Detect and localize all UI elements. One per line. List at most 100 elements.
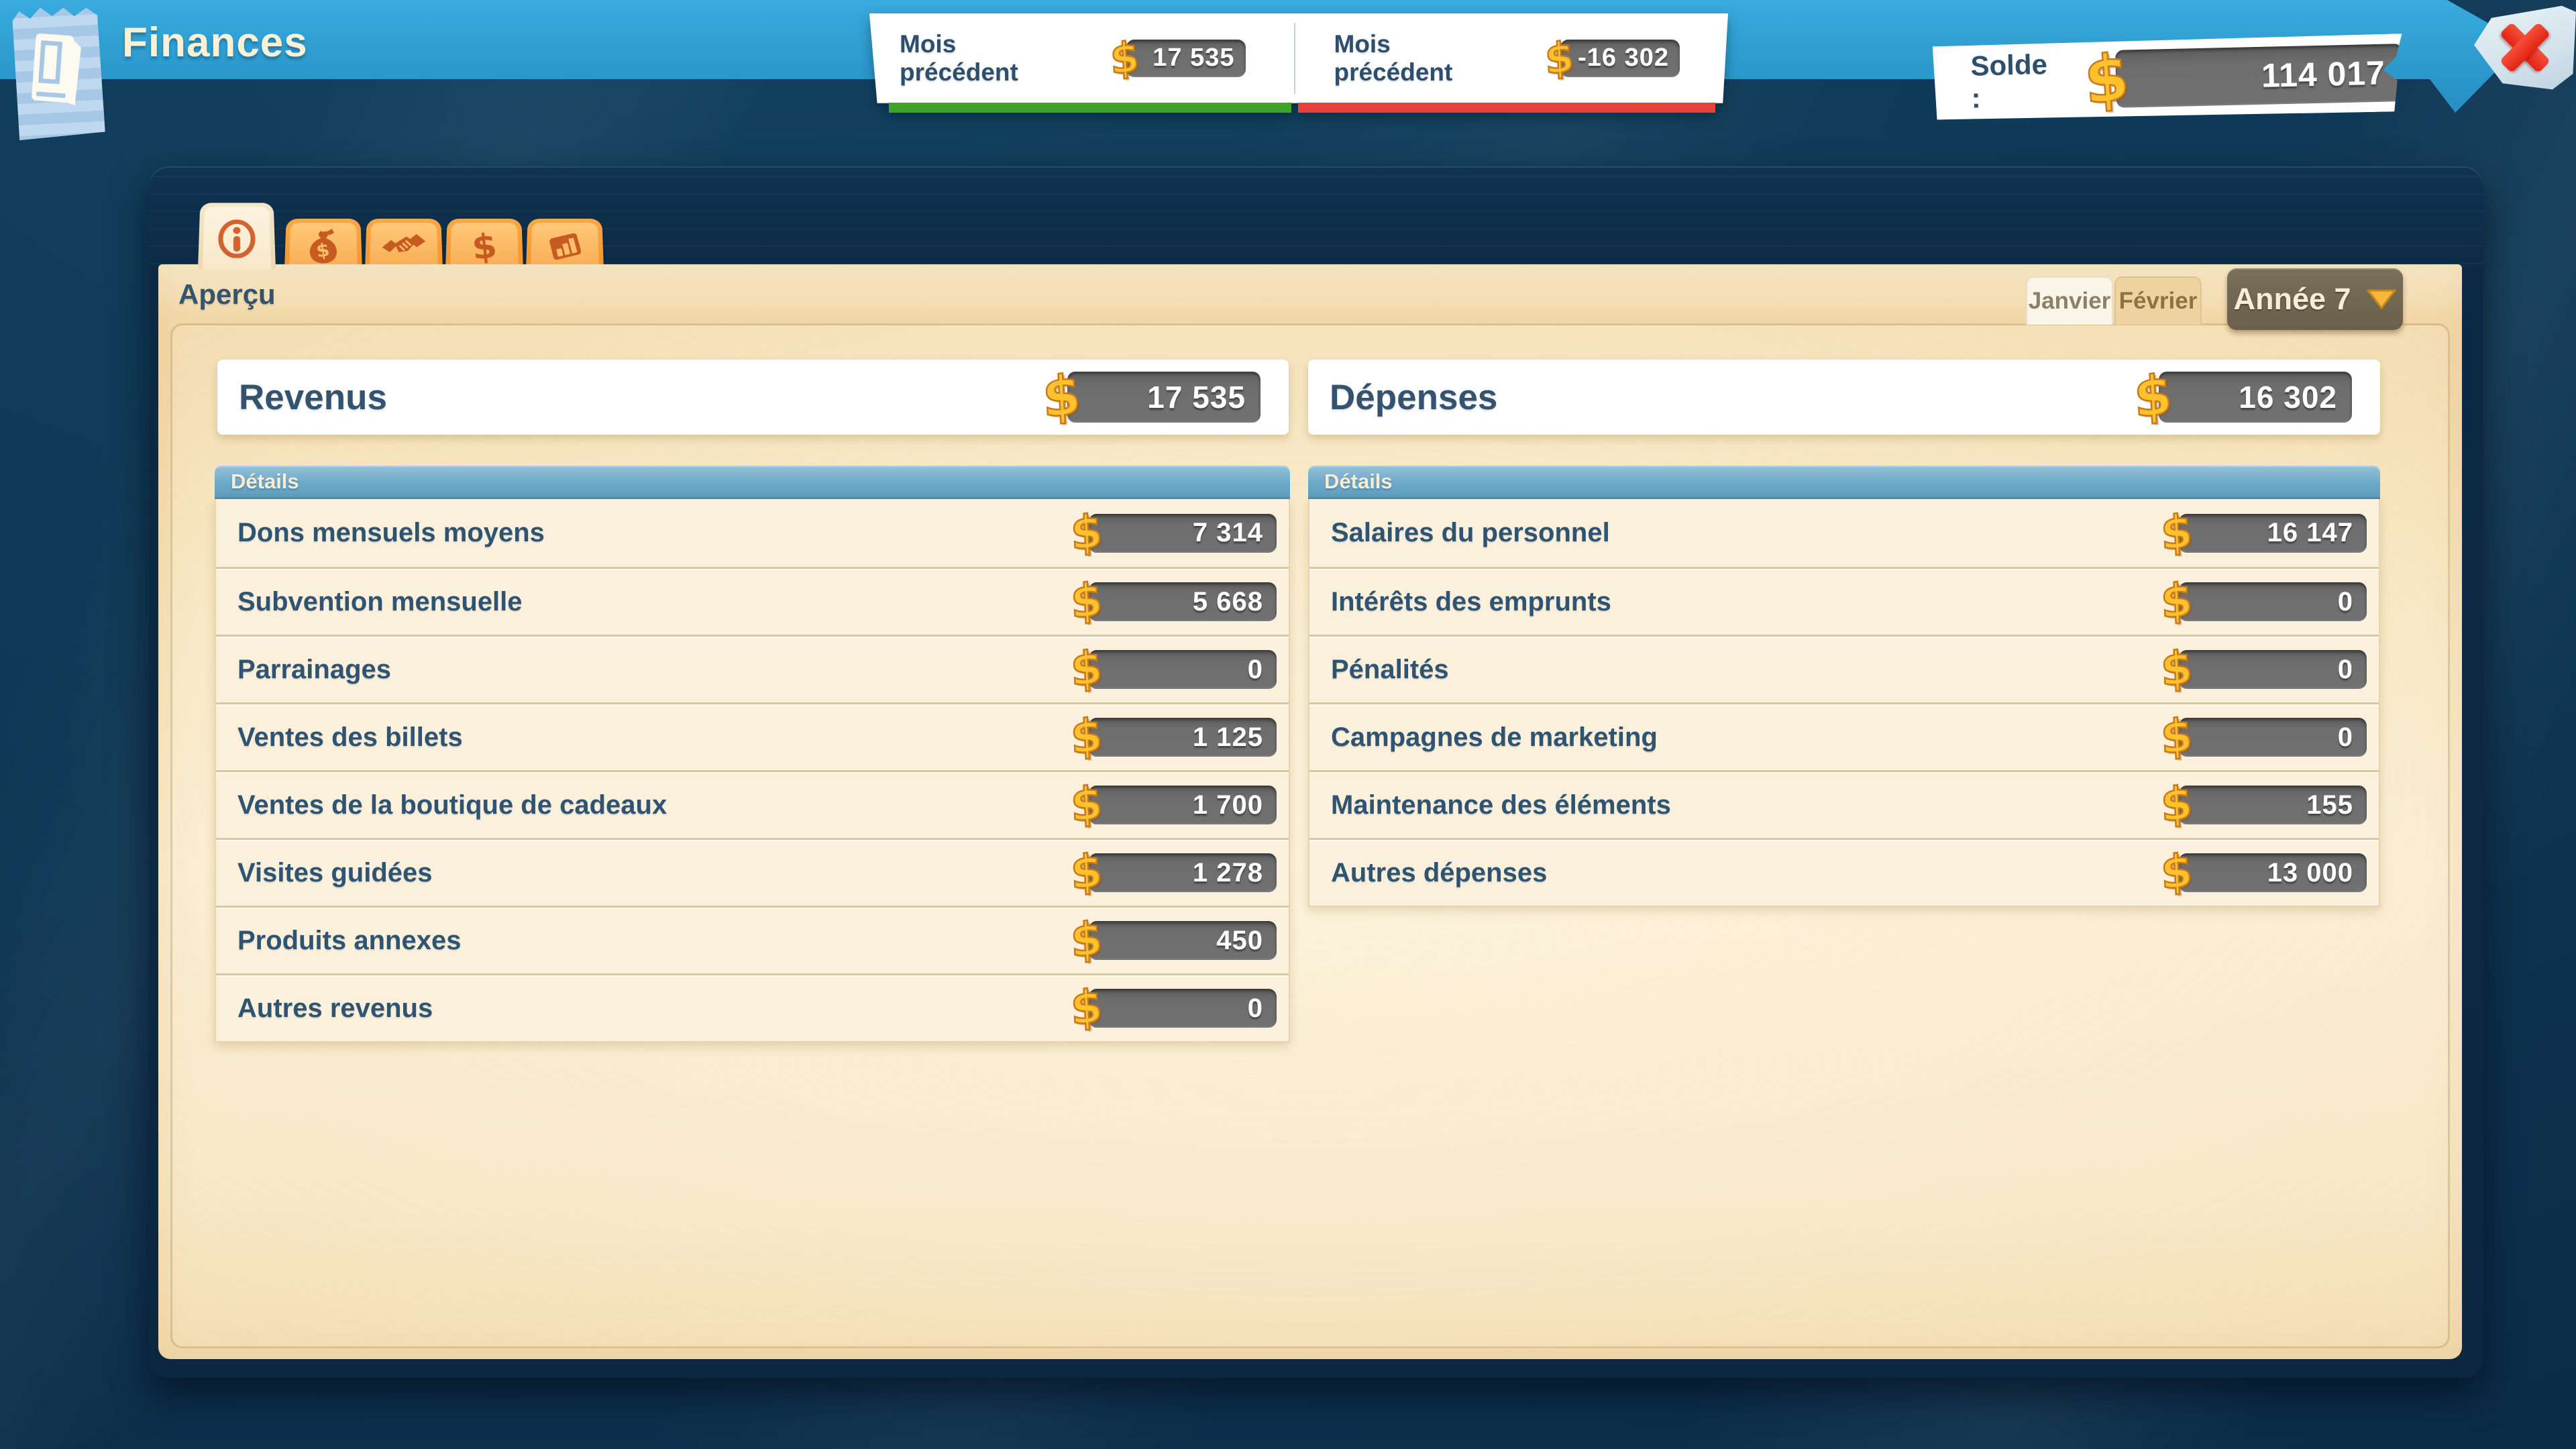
row-value: 450 [1216,926,1263,956]
table-row: Subvention mensuelle $5 668 [216,567,1289,635]
table-row: Dons mensuels moyens $7 314 [216,499,1289,567]
page-title: Finances [122,19,308,66]
row-label: Ventes de la boutique de cadeaux [237,790,667,820]
expenses-title: Dépenses [1330,377,1497,418]
balance-label: Solde : [1970,48,2058,115]
currency-icon: $ [1069,848,1104,898]
tab-income[interactable]: $ [284,219,362,270]
revenues-details-header: Détails [215,466,1290,499]
currency-icon: $ [2159,848,2194,898]
year-dropdown-button[interactable]: Année 7 [2227,268,2403,330]
amount-display: $5 668 [1071,579,1277,625]
revenues-total-value: 17 535 [1147,379,1246,415]
row-label: Salaires du personnel [1331,518,1610,548]
row-label: Autres revenus [237,994,433,1024]
balance-value: 114 017 [2261,54,2385,95]
amount-display: $0 [2161,579,2367,625]
row-value: 5 668 [1193,587,1263,617]
info-icon [215,217,258,258]
currency-icon: $ [1069,577,1104,627]
table-row: Maintenance des éléments $155 [1309,770,2379,838]
table-row: Produits annexes $450 [216,906,1289,973]
row-value: 155 [2306,790,2353,820]
amount-display: $155 [2161,782,2367,828]
previous-expense-value: -16 302 [1578,44,1669,72]
amount-display: $7 314 [1071,511,1277,556]
svg-text:$: $ [470,227,499,266]
tab-overview[interactable] [198,203,276,269]
barchart-icon [543,226,586,266]
previous-expense-cell: Mois précédent $ -16 302 [1295,13,1729,103]
expenses-total-value: 16 302 [2239,379,2337,415]
currency-icon: $ [2159,712,2194,762]
row-label: Ventes des billets [237,722,463,753]
expense-trend-bar [1298,103,1715,113]
row-value: 1 700 [1193,790,1263,820]
amount-display: $1 700 [1071,782,1277,828]
chevron-down-icon [2366,287,2397,311]
table-row: Autres dépenses $13 000 [1309,838,2379,906]
row-value: 13 000 [2267,858,2353,888]
row-value: 0 [1248,994,1263,1024]
row-label: Produits annexes [237,926,461,956]
amount-display: $0 [2161,647,2367,692]
month-tab-label: Janvier [2029,288,2111,315]
currency-icon: $ [1110,36,1140,80]
row-value: 16 147 [2267,518,2353,548]
row-value: 0 [2338,655,2353,685]
revenues-list: Dons mensuels moyens $7 314 Subvention m… [215,499,1290,1042]
row-value: 0 [2338,587,2353,617]
currency-icon: $ [2159,508,2194,558]
currency-icon: $ [1069,916,1104,965]
currency-icon: $ [2159,577,2194,627]
month-tab-label: Février [2119,288,2198,315]
currency-icon: $ [1544,36,1574,80]
currency-icon: $ [2159,645,2194,694]
balance-amount: $ 114 017 [2084,40,2404,112]
table-row: Visites guidées $1 278 [216,838,1289,906]
currency-icon: $ [1069,645,1104,694]
row-label: Maintenance des éléments [1331,790,1671,820]
tab-deals[interactable] [365,219,443,270]
previous-expense-label: Mois précédent [1334,30,1453,87]
expenses-list: Salaires du personnel $16 147 Intérêts d… [1308,499,2380,907]
revenues-total: $ 17 535 [1042,370,1260,425]
revenues-title: Revenus [239,377,387,418]
balance-banner: Solde : $ 114 017 [1933,34,2404,122]
overview-panel: Aperçu Janvier Février Année 7 Revenus $… [158,264,2462,1359]
row-label: Pénalités [1331,655,1449,685]
amount-display: $1 278 [1071,850,1277,896]
table-row: Ventes de la boutique de cadeaux $1 700 [216,770,1289,838]
row-value: 1 278 [1193,858,1263,888]
book-glyph [22,26,94,123]
row-value: 0 [1248,655,1263,685]
amount-display: $0 [1071,985,1277,1031]
month-tab-janvier[interactable]: Janvier [2026,276,2113,325]
previous-month-banner: Mois précédent $ 17 535 Mois précédent $… [861,13,1728,115]
tab-finances[interactable]: $ [445,219,523,270]
amount-display: $0 [1071,647,1277,692]
amount-display: $450 [1071,918,1277,963]
currency-icon: $ [1069,508,1104,558]
currency-icon: $ [2159,780,2194,830]
year-dropdown-label: Année 7 [2233,282,2351,317]
currency-icon: $ [2133,367,2174,427]
row-label: Autres dépenses [1331,858,1547,888]
income-trend-bar [889,103,1291,113]
table-row: Campagnes de marketing $0 [1309,702,2379,770]
row-value: 0 [2338,722,2353,753]
row-label: Campagnes de marketing [1331,722,1658,753]
amount-display: $1 125 [1071,714,1277,760]
month-tab-fevrier[interactable]: Février [2114,276,2202,325]
previous-income-value: 17 535 [1152,44,1234,72]
previous-income-cell: Mois précédent $ 17 535 [861,13,1294,103]
table-row: Ventes des billets $1 125 [216,702,1289,770]
row-label: Parrainages [237,655,391,685]
row-value: 1 125 [1193,722,1263,753]
table-row: Salaires du personnel $16 147 [1309,499,2379,567]
table-row: Autres revenus $0 [216,973,1289,1041]
panel-title: Aperçu [178,278,276,311]
currency-icon: $ [1069,780,1104,830]
moneybag-icon: $ [303,227,344,266]
tab-statistics[interactable] [526,219,604,270]
